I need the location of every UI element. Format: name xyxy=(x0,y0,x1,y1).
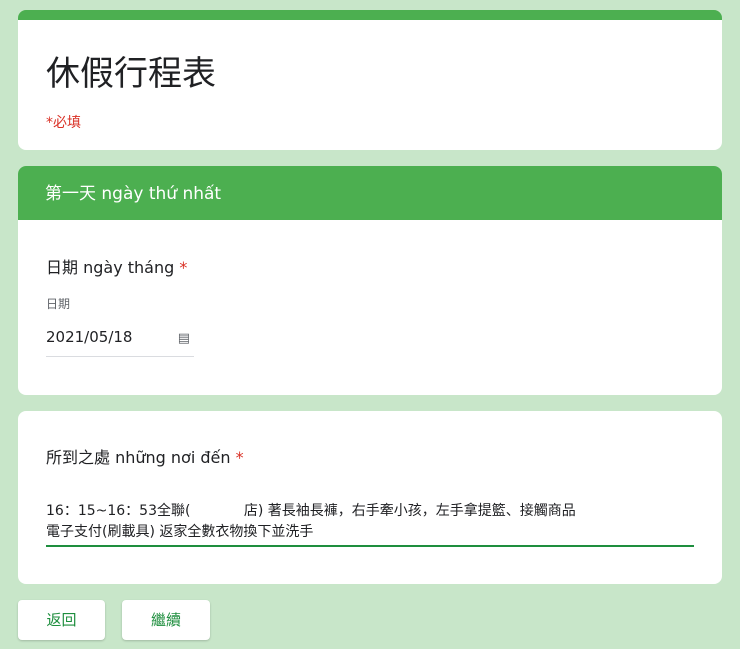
section-title: 第一天 ngày thứ nhất xyxy=(18,166,722,220)
places-answer-input[interactable]: 16：15~16：53全聯( 店) 著長袖長褲，右手牽小孩，左手拿提籃、接觸商品… xyxy=(46,501,694,547)
section-card: 第一天 ngày thứ nhất 日期 ngày tháng * 日期 202… xyxy=(18,166,722,395)
date-sub-label: 日期 xyxy=(46,297,71,311)
date-value: 2021/05/18 xyxy=(46,328,133,346)
required-note: *必填 xyxy=(46,115,81,131)
question-text: 所到之處 những nơi đến xyxy=(46,448,231,467)
form-header-card: 休假行程表 *必填 xyxy=(18,10,722,150)
calendar-icon[interactable]: ▤ xyxy=(178,331,190,346)
date-input[interactable]: 2021/05/18 ▤ xyxy=(46,328,194,357)
question-text: 日期 ngày tháng xyxy=(46,258,175,277)
next-button[interactable]: 繼續 xyxy=(122,600,210,640)
places-question-card: 所到之處 những nơi đến * 16：15~16：53全聯( 店) 著… xyxy=(18,411,722,584)
required-star: * xyxy=(235,448,244,467)
required-star: * xyxy=(179,258,188,277)
places-question-label: 所到之處 những nơi đến * xyxy=(46,444,244,468)
date-question-label: 日期 ngày tháng * xyxy=(46,254,187,278)
form-title: 休假行程表 xyxy=(46,54,216,94)
back-button[interactable]: 返回 xyxy=(18,600,105,640)
